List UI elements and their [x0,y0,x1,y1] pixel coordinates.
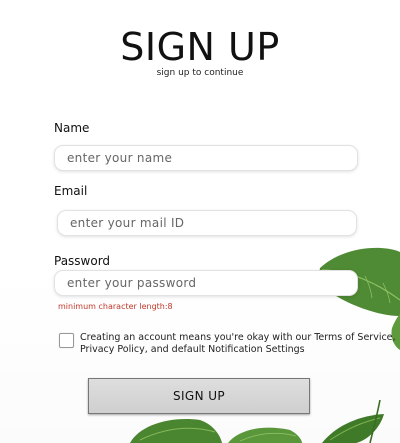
email-label: Email [54,184,88,198]
password-label: Password [54,254,111,268]
signup-button[interactable]: SIGN UP [88,378,310,414]
leaf-bottom-middle [228,427,302,443]
password-hint: minimum character length:8 [58,302,173,311]
page-subtitle: sign up to continue [156,68,244,78]
leaf-bottom-left [130,419,222,443]
terms-checkbox[interactable] [59,333,74,348]
name-input[interactable] [54,145,358,171]
terms-text: Creating an account means you're okay wi… [80,332,396,355]
page-title: SIGN UP [120,25,280,69]
signup-page: SIGN UP sign up to continue Name Email P… [0,0,400,443]
email-input[interactable] [57,210,357,236]
name-label: Name [54,121,90,135]
password-input[interactable] [54,270,358,296]
leaf-bottom-right [322,414,384,443]
leaf-stem [369,399,381,443]
